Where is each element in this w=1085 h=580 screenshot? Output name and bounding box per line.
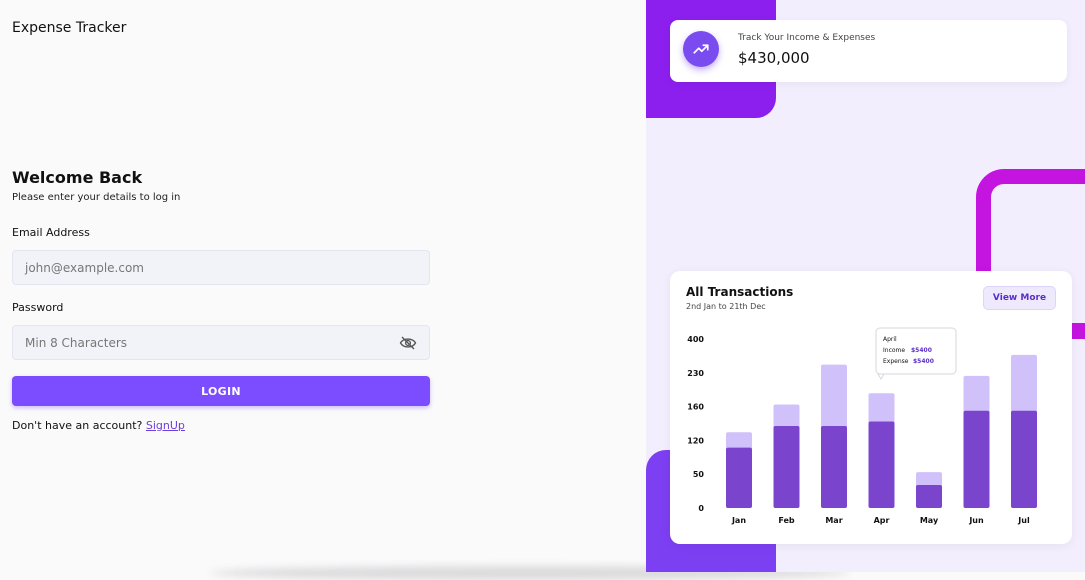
x-tick-label: Jul (1017, 516, 1030, 525)
tooltip-income-label: Income (883, 347, 905, 354)
summary-card: Track Your Income & Expenses $430,000 (670, 20, 1067, 82)
page-title: Welcome Back (12, 168, 143, 187)
summary-amount: $430,000 (738, 49, 810, 67)
x-tick-label: Apr (874, 516, 890, 525)
email-placeholder: john@example.com (25, 260, 144, 275)
bar-value[interactable] (963, 410, 990, 508)
bar-value[interactable] (916, 484, 942, 508)
x-tick-label: May (920, 516, 939, 525)
x-tick-label: Feb (778, 516, 795, 525)
login-panel: Expense Tracker Welcome Back Please ente… (0, 0, 850, 580)
y-tick-label: 400 (687, 335, 704, 344)
email-field[interactable]: john@example.com (12, 250, 430, 285)
app-title: Expense Tracker (12, 20, 127, 36)
dashboard-preview-panel: Track Your Income & Expenses $430,000 Al… (646, 0, 1085, 572)
tooltip-expense-label: Expense (883, 358, 909, 365)
tooltip-income-value: $5400 (911, 347, 932, 354)
eye-off-icon[interactable] (399, 335, 417, 351)
chart-tooltip: April Income $5400 Expense $5400 (875, 327, 957, 380)
page-subtitle: Please enter your details to log in (12, 192, 181, 203)
x-tick-label: Jun (968, 516, 984, 525)
bar-value[interactable] (773, 426, 800, 508)
signup-row: Don't have an account? SignUp (12, 419, 185, 432)
login-button[interactable]: LOGIN (12, 376, 430, 406)
y-tick-label: 50 (693, 470, 705, 479)
trending-up-icon (683, 31, 719, 67)
bar-value[interactable] (726, 447, 752, 508)
tooltip-month: April (883, 336, 897, 343)
bar-value[interactable] (1011, 410, 1037, 508)
signup-prompt: Don't have an account? (12, 419, 143, 432)
transactions-bar-chart: 0 50 120 160 230 400 Jan Feb Mar Apr May Jun Jul Ap… (687, 327, 1037, 525)
y-tick-label: 160 (687, 403, 704, 412)
summary-label: Track Your Income & Expenses (738, 33, 876, 43)
password-placeholder: Min 8 Characters (25, 335, 128, 350)
transactions-card: All Transactions 2nd Jan to 21th Dec Vie… (670, 271, 1072, 544)
signup-link[interactable]: SignUp (146, 419, 185, 432)
bar-value[interactable] (821, 426, 847, 508)
y-tick-label: 230 (687, 369, 704, 378)
password-field[interactable]: Min 8 Characters (12, 325, 430, 360)
bar-value[interactable] (868, 421, 895, 508)
y-tick-label: 120 (687, 436, 704, 445)
x-tick-label: Mar (825, 516, 842, 525)
email-label: Email Address (12, 226, 90, 239)
x-tick-label: Jan (731, 516, 746, 525)
y-tick-label: 0 (698, 504, 704, 513)
decorative-block-side (1072, 323, 1085, 339)
tooltip-expense-value: $5400 (913, 358, 934, 365)
x-axis: Jan Feb Mar Apr May Jun Jul (731, 516, 1030, 525)
password-label: Password (12, 301, 64, 314)
y-axis: 0 50 120 160 230 400 (687, 335, 704, 513)
